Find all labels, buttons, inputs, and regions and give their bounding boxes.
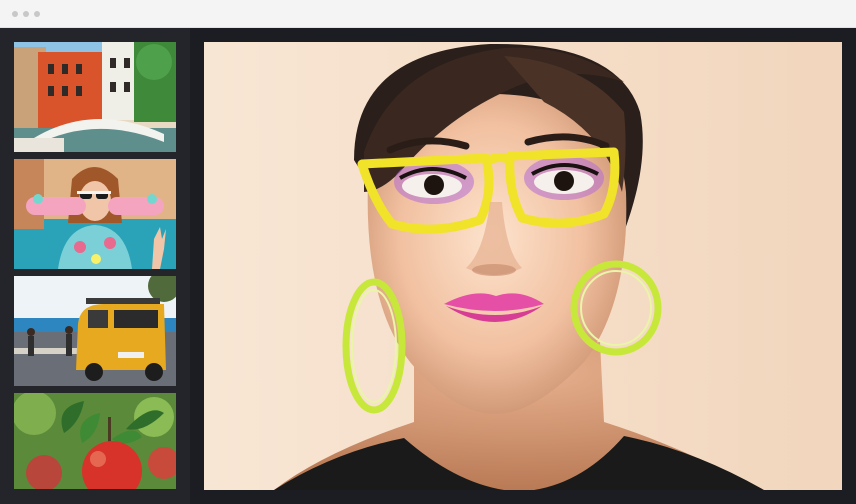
venice-canal-image [14, 42, 176, 152]
portrait-image [204, 42, 842, 490]
red-apple-image [14, 393, 176, 489]
thumbnail-yellow-van-beach[interactable] [14, 276, 176, 386]
thumbnail-woman-skateboard[interactable] [14, 159, 176, 269]
main-preview-area [190, 28, 856, 504]
preview-canvas[interactable] [204, 42, 842, 490]
woman-skateboard-image [14, 159, 176, 269]
maximize-dot[interactable] [34, 11, 40, 17]
minimize-dot[interactable] [23, 11, 29, 17]
close-dot[interactable] [12, 11, 18, 17]
yellow-van-beach-image [14, 276, 176, 386]
title-bar [0, 0, 856, 28]
thumbnail-venice-canal[interactable] [14, 42, 176, 152]
thumbnail-red-apple[interactable] [14, 393, 176, 489]
thumbnail-sidebar [0, 28, 190, 504]
app-window [0, 0, 856, 504]
